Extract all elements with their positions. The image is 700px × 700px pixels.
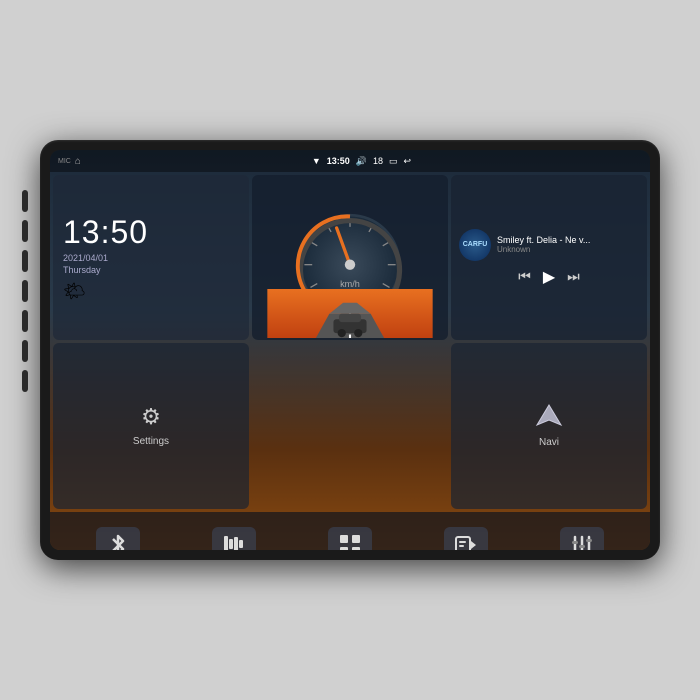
logo-text: CARFU [463, 241, 488, 248]
car-unit: MIC ⌂ ▼ 13:50 🔊 18 ▭ ↩ 13:50 2021/04/01 … [40, 140, 660, 560]
clock-widget: 13:50 2021/04/01 Thursday 🌤 [53, 175, 249, 340]
clock-weather: 🌤 [63, 281, 86, 302]
back-icon[interactable]: ↩ [404, 156, 412, 167]
music-title: Smiley ft. Delia - Ne v... [497, 235, 639, 245]
main-screen: MIC ⌂ ▼ 13:50 🔊 18 ▭ ↩ 13:50 2021/04/01 … [50, 150, 650, 550]
settings-label: Settings [133, 436, 169, 447]
svg-text:km/h: km/h [340, 278, 360, 288]
side-btn-home[interactable] [22, 280, 28, 302]
clock-time: 13:50 [63, 214, 148, 251]
clock-date: 2021/04/01 [63, 253, 108, 263]
navi-widget[interactable]: Navi [451, 343, 647, 508]
status-center: ▼ 13:50 🔊 18 ▭ ↩ [312, 156, 411, 167]
app-bar: Bluetooth Radio [50, 512, 650, 550]
status-bar: MIC ⌂ ▼ 13:50 🔊 18 ▭ ↩ [50, 150, 650, 172]
music-info: Smiley ft. Delia - Ne v... Unknown [497, 235, 639, 254]
mic-label: MIC [58, 158, 71, 165]
video-icon [455, 536, 477, 550]
bluetooth-icon [108, 534, 128, 550]
road-scene [252, 289, 448, 339]
volume-value: 18 [373, 156, 383, 166]
apps-app[interactable]: Apps [292, 527, 408, 550]
radio-app[interactable]: Radio [176, 527, 292, 550]
status-time: 13:50 [327, 156, 350, 166]
video-app[interactable]: Video Player [408, 527, 524, 550]
speedo-container: km/h [258, 181, 442, 334]
side-btn-vol-up[interactable] [22, 340, 28, 362]
video-icon-box [444, 527, 488, 550]
speedometer-widget: km/h [252, 175, 448, 340]
navi-label: Navi [539, 437, 559, 448]
main-grid: 13:50 2021/04/01 Thursday 🌤 [50, 172, 650, 512]
bluetooth-app[interactable]: Bluetooth [60, 527, 176, 550]
music-controls[interactable]: ⏮ ▶ ⏭ [459, 267, 639, 287]
status-left: MIC ⌂ [58, 156, 81, 167]
side-buttons [22, 190, 28, 392]
music-widget: CARFU Smiley ft. Delia - Ne v... Unknown… [451, 175, 647, 340]
prev-button[interactable]: ⏮ [518, 268, 531, 285]
side-btn-mic [22, 190, 28, 212]
equalizer-icon [571, 535, 593, 550]
play-button[interactable]: ▶ [543, 267, 555, 287]
radio-icon-box [212, 527, 256, 550]
equalizer-icon-box [560, 527, 604, 550]
side-btn-vol-down[interactable] [22, 370, 28, 392]
clock-day: Thursday [63, 265, 101, 275]
weather-icon: 🌤 [63, 281, 86, 302]
settings-widget[interactable]: ⚙ Settings [53, 343, 249, 508]
next-button[interactable]: ⏭ [567, 268, 580, 285]
apps-icon-box [328, 527, 372, 550]
bluetooth-icon-box [96, 527, 140, 550]
music-artist: Unknown [497, 245, 639, 254]
home-icon[interactable]: ⌂ [75, 156, 81, 167]
side-btn-power[interactable] [22, 250, 28, 272]
music-logo: CARFU [459, 229, 491, 261]
wifi-icon: ▼ [312, 156, 321, 166]
radio-icon [223, 535, 245, 550]
navi-icon [535, 403, 563, 431]
equalizer-app[interactable]: Equalizer [524, 527, 640, 550]
music-top: CARFU Smiley ft. Delia - Ne v... Unknown [459, 229, 639, 261]
volume-icon: 🔊 [356, 156, 367, 167]
settings-icon: ⚙ [141, 404, 161, 430]
side-btn-back[interactable] [22, 310, 28, 332]
apps-icon [339, 534, 361, 550]
empty-cell [252, 343, 448, 508]
side-btn-rst [22, 220, 28, 242]
screen-icon: ▭ [389, 156, 398, 167]
